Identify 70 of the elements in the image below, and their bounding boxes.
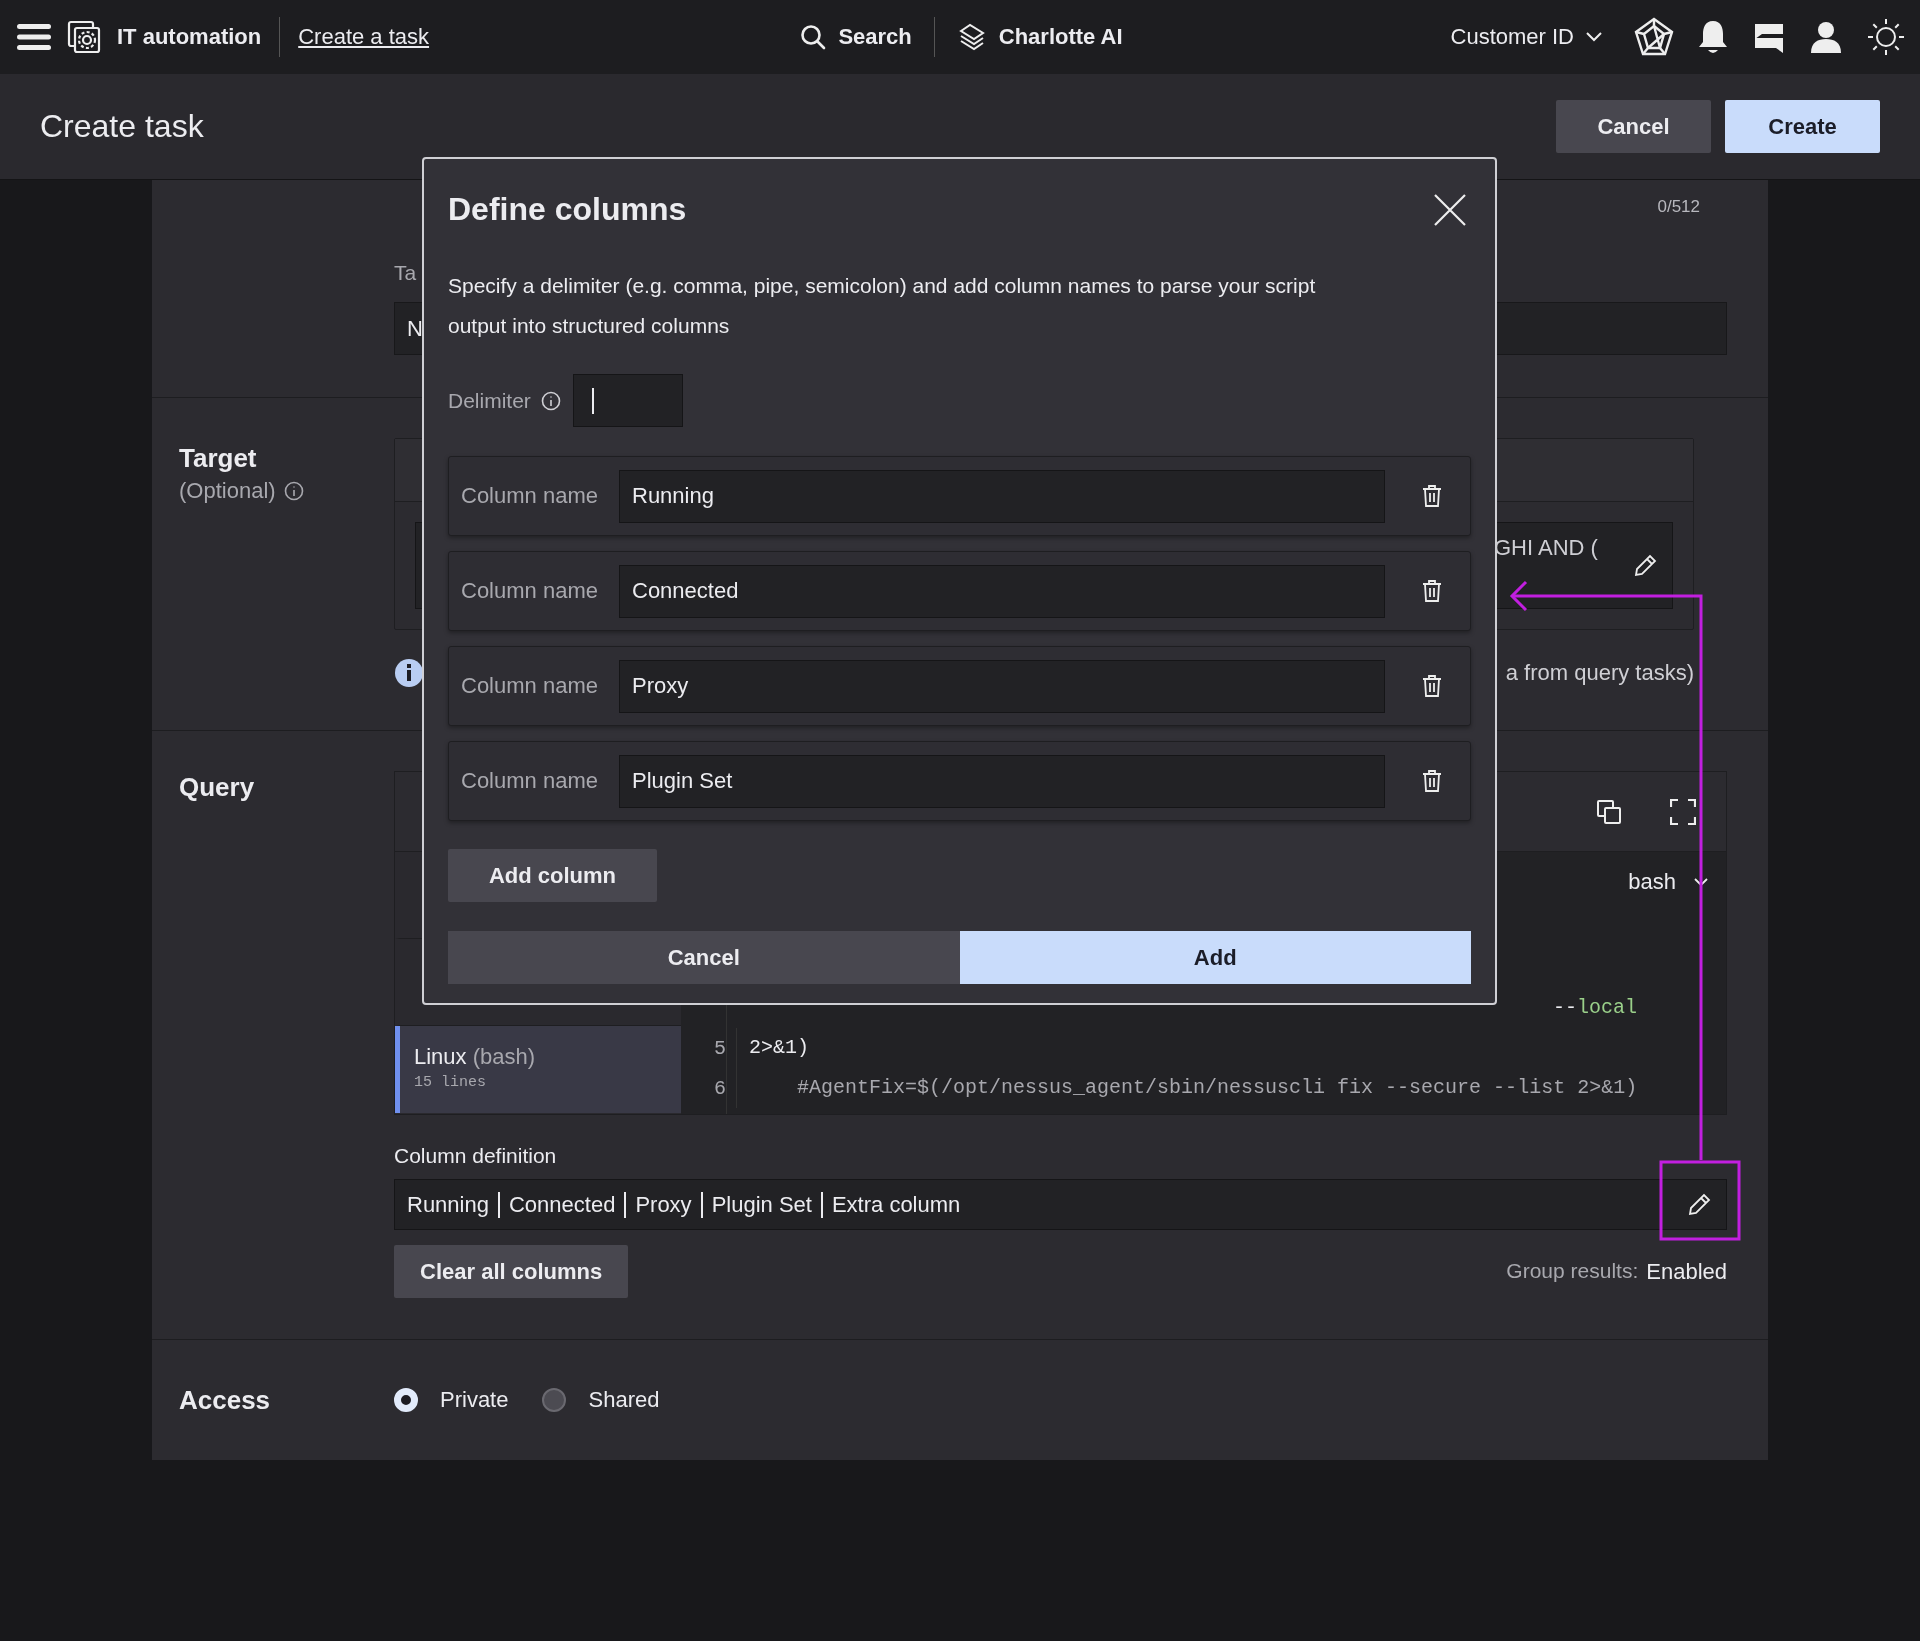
field-label: Column name bbox=[461, 768, 599, 794]
radio-label: Shared bbox=[588, 1387, 660, 1413]
section-title: Target bbox=[179, 442, 258, 474]
field-label: Column name bbox=[461, 483, 599, 509]
chevron-down-icon bbox=[1586, 32, 1602, 42]
column-name-field[interactable]: Proxy bbox=[619, 659, 1385, 713]
cancel-button[interactable]: Cancel bbox=[1556, 100, 1711, 153]
script-item[interactable]: Linux (bash) 15 lines bbox=[395, 1026, 681, 1113]
column-tag: Proxy bbox=[635, 1191, 692, 1218]
trash-icon[interactable] bbox=[1422, 484, 1442, 508]
code-line: --local bbox=[1552, 995, 1638, 1021]
search-icon bbox=[800, 24, 827, 50]
delimiter-field[interactable] bbox=[572, 374, 683, 427]
pencil-icon[interactable] bbox=[1686, 1192, 1712, 1218]
setting-label: Group results: bbox=[1506, 1258, 1639, 1284]
assistant-button[interactable]: Charlotte AI bbox=[952, 16, 1127, 58]
add-button[interactable]: Add bbox=[959, 931, 1471, 984]
column-tag: Plugin Set bbox=[711, 1191, 812, 1218]
cancel-button[interactable]: Cancel bbox=[448, 931, 960, 984]
section-title: Query bbox=[179, 771, 256, 803]
pentagon-icon[interactable] bbox=[1634, 17, 1674, 57]
language-dropdown[interactable]: bash bbox=[1628, 869, 1708, 895]
page-title: Create task bbox=[40, 108, 204, 145]
search-button[interactable]: Search bbox=[796, 18, 916, 56]
info-icon[interactable] bbox=[283, 481, 304, 501]
section-subtitle: (Optional) bbox=[179, 478, 276, 504]
column-tag: Connected bbox=[508, 1191, 616, 1218]
dialog-title: Define columns bbox=[448, 191, 687, 228]
customer-dropdown[interactable]: Customer ID bbox=[1446, 18, 1606, 56]
character-count: 0/512 bbox=[1657, 196, 1700, 218]
fullscreen-icon[interactable] bbox=[1670, 798, 1696, 825]
field-label: Column name bbox=[461, 673, 599, 699]
create-button[interactable]: Create bbox=[1725, 100, 1880, 153]
trash-icon[interactable] bbox=[1422, 579, 1442, 603]
field-label: Column name bbox=[461, 578, 599, 604]
copy-icon[interactable] bbox=[1596, 798, 1622, 825]
info-icon bbox=[394, 658, 424, 688]
dialog-description: Specify a delimiter (e.g. comma, pipe, semicolon) and add column names to parse your script output into structured columns bbox=[448, 273, 1317, 339]
menu-icon[interactable] bbox=[17, 23, 51, 51]
info-icon[interactable] bbox=[540, 390, 561, 411]
column-tag: Running bbox=[407, 1191, 489, 1218]
column-name-field[interactable]: Plugin Set bbox=[619, 754, 1385, 808]
code-line: 2>&1) bbox=[736, 1028, 809, 1068]
pencil-icon[interactable] bbox=[1632, 553, 1658, 579]
line-number: 6 bbox=[713, 1076, 727, 1100]
app-title: IT automation bbox=[117, 24, 262, 50]
clear-columns-button[interactable]: Clear all columns bbox=[394, 1245, 629, 1298]
column-name-field[interactable]: Connected bbox=[619, 564, 1385, 618]
close-icon[interactable] bbox=[1433, 192, 1467, 227]
radio-button[interactable] bbox=[542, 1388, 567, 1412]
setting-value: Enabled bbox=[1646, 1258, 1727, 1285]
add-column-button[interactable]: Add column bbox=[448, 849, 657, 902]
user-icon[interactable] bbox=[1808, 19, 1844, 55]
field-label: Ta bbox=[394, 260, 417, 286]
note-text: a from query tasks) bbox=[1505, 660, 1694, 686]
column-name-field[interactable]: Running bbox=[619, 469, 1385, 523]
chevron-down-icon bbox=[1694, 877, 1708, 887]
column-tag: Extra column bbox=[831, 1191, 961, 1218]
gear-window-icon bbox=[67, 20, 101, 54]
trash-icon[interactable] bbox=[1422, 769, 1442, 793]
field-label: Delimiter bbox=[448, 388, 531, 413]
sun-icon[interactable] bbox=[1866, 17, 1906, 57]
code-line: #AgentFix=$(/opt/nessus_agent/sbin/nessuscli fix --secure --list 2>&1) bbox=[736, 1068, 1638, 1108]
trash-icon[interactable] bbox=[1422, 674, 1442, 698]
field-label: Column definition bbox=[394, 1143, 558, 1169]
line-number: 5 bbox=[713, 1036, 727, 1060]
bell-icon[interactable] bbox=[1696, 18, 1730, 56]
breadcrumb-link[interactable]: Create a task bbox=[298, 24, 430, 50]
radio-label: Private bbox=[440, 1387, 509, 1413]
section-title: Access bbox=[179, 1384, 272, 1416]
